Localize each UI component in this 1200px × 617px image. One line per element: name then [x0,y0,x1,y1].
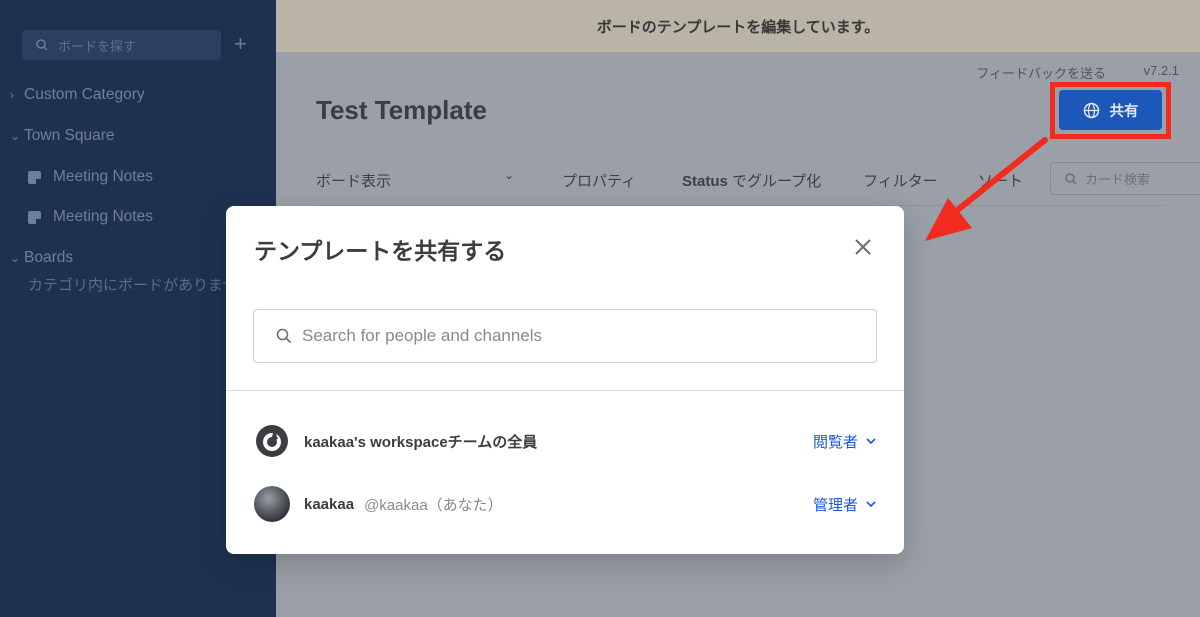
role-label: 管理者 [812,496,858,514]
chevron-down-icon: ⌄ [10,129,21,143]
share-highlight-box [1050,82,1171,139]
board-icon [28,170,41,184]
dialog-divider [226,390,904,391]
avatar [254,486,290,522]
sidebar-item-label: Meeting Notes [53,168,153,185]
feedback-link[interactable]: フィードバックを送る [976,63,1106,82]
template-edit-banner: ボードのテンプレートを編集しています。 [276,0,1200,52]
card-search-input[interactable]: カード検索 [1050,162,1200,195]
close-icon[interactable] [852,236,874,258]
group-by-field: Status [682,173,728,190]
member-name: kaakaa [304,495,355,513]
board-search-placeholder: ボードを探す [58,38,137,54]
chevron-down-icon [866,438,876,444]
board-search-input[interactable]: ボードを探す [22,30,221,60]
board-icon [28,210,41,224]
mattermost-logo-icon [256,425,288,457]
people-search-placeholder: Search for people and channels [302,326,543,345]
role-dropdown[interactable]: 閲覧者 [813,431,876,452]
sidebar-category-custom[interactable]: › Custom Category [10,86,145,104]
sidebar-category-label: Custom Category [24,86,145,103]
sidebar-category-boards[interactable]: ⌄ Boards [10,249,73,267]
search-icon [1065,172,1077,185]
role-label: 閲覧者 [812,433,858,451]
member-handle: @kaakaa（あなた） [364,496,503,514]
dialog-title: テンプレートを共有する [254,238,507,264]
empty-category-message: カテゴリ内にボードがありません [28,277,253,294]
member-row: kaakaa's workspaceチームの全員 閲覧者 [254,423,876,459]
properties-button[interactable]: プロパティ [562,170,636,191]
group-by-button[interactable]: Status でグループ化 [682,170,821,191]
chevron-down-icon [866,501,876,507]
add-board-button[interactable]: + [234,32,247,56]
card-search-placeholder: カード検索 [1085,172,1151,187]
member-name: kaakaa's workspaceチームの全員 [304,433,538,451]
version-label: v7.2.1 [1143,63,1179,78]
group-by-label: でグループ化 [732,173,822,190]
annotation-arrow-icon [925,137,1048,241]
people-search-input[interactable]: Search for people and channels [253,309,877,363]
chevron-down-icon[interactable]: ⌄ [504,168,514,182]
member-row: kaakaa @kaakaa（あなた） 管理者 [254,486,876,522]
sidebar-category-label: Town Square [24,127,115,144]
share-template-dialog: テンプレートを共有する Search for people and channe… [226,206,904,554]
view-selector[interactable]: ボード表示 [316,170,391,191]
chevron-down-icon: ⌄ [10,251,21,265]
role-dropdown[interactable]: 管理者 [813,494,876,515]
sidebar-item-meeting-notes[interactable]: Meeting Notes [28,168,153,186]
chevron-right-icon: › [10,88,14,102]
sidebar-item-label: Meeting Notes [53,208,153,225]
sidebar-category-town-square[interactable]: ⌄ Town Square [10,127,114,145]
sidebar-category-label: Boards [24,249,74,266]
search-icon [276,328,292,344]
sidebar-item-meeting-notes[interactable]: Meeting Notes [28,208,153,226]
board-title[interactable]: Test Template [316,95,487,126]
search-icon [36,39,48,51]
